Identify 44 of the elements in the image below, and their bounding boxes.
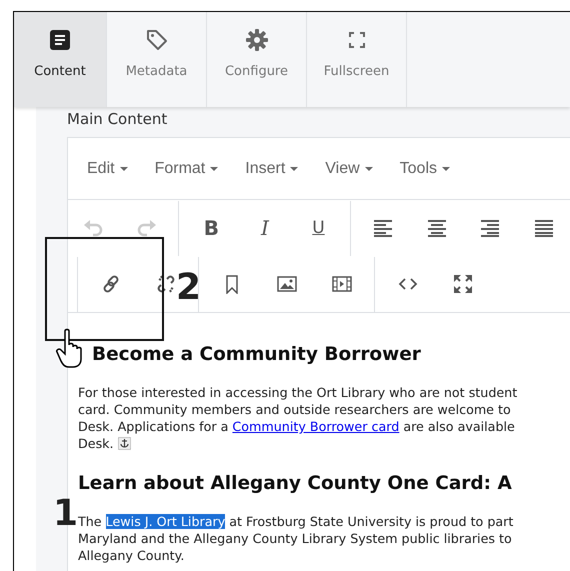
- align-right-icon: [480, 218, 500, 238]
- image-icon: [277, 274, 297, 294]
- text: at Frostburg State University is proud to part: [228, 514, 514, 529]
- caret-icon: [290, 166, 298, 170]
- heading: Learn about Allegany County One Card: A: [78, 472, 512, 496]
- caret-icon: [210, 166, 218, 170]
- undo-icon: [83, 218, 104, 238]
- caret-icon: [120, 166, 128, 170]
- caret-icon: [442, 166, 450, 170]
- underline-button[interactable]: U: [302, 211, 335, 245]
- broken-link-icon: [156, 274, 176, 294]
- document-icon: [48, 28, 72, 52]
- link-icon: [101, 274, 121, 294]
- menu-button[interactable]: Tools: [400, 160, 450, 178]
- field-label: Main Content: [67, 109, 168, 130]
- align-justify-icon: [534, 218, 554, 238]
- tag-icon: [144, 28, 168, 52]
- menu-button[interactable]: View: [325, 160, 373, 178]
- tab[interactable]: Content: [14, 12, 107, 107]
- link[interactable]: Community Borrower card: [232, 419, 400, 434]
- text: Desk. Applications for a: [78, 419, 230, 434]
- caret-icon: [364, 166, 373, 170]
- step-number: 1: [53, 496, 78, 532]
- film-icon: [332, 274, 352, 294]
- italic-button[interactable]: I: [248, 211, 282, 245]
- text: Desk.: [78, 436, 115, 451]
- paragraph-line: For those interested in accessing the Ort Library who are not student: [78, 384, 518, 401]
- fullscreen-icon: [453, 274, 473, 294]
- align-left-icon: [373, 218, 393, 238]
- text: The: [78, 514, 103, 529]
- paragraph-line: Allegany County.: [78, 547, 184, 564]
- menu-button[interactable]: Insert: [245, 160, 298, 178]
- paragraph-line: card. Community members and outside researchers are welcome to: [78, 401, 511, 418]
- bold-button[interactable]: B: [195, 211, 228, 245]
- settings-icon: [244, 28, 268, 52]
- selected-text: Lewis J. Ort Library: [106, 514, 226, 529]
- heading: Become a Community Borrower: [91, 343, 421, 367]
- paragraph-line: Maryland and the Allegany County Library System public libraries to: [78, 530, 512, 547]
- align-center-icon: [426, 218, 447, 238]
- redo-icon: [136, 218, 157, 238]
- menu-button[interactable]: Format: [154, 160, 218, 178]
- menu-button[interactable]: Edit: [87, 160, 128, 178]
- text: are also available: [402, 419, 515, 434]
- step-number: 2: [176, 270, 202, 306]
